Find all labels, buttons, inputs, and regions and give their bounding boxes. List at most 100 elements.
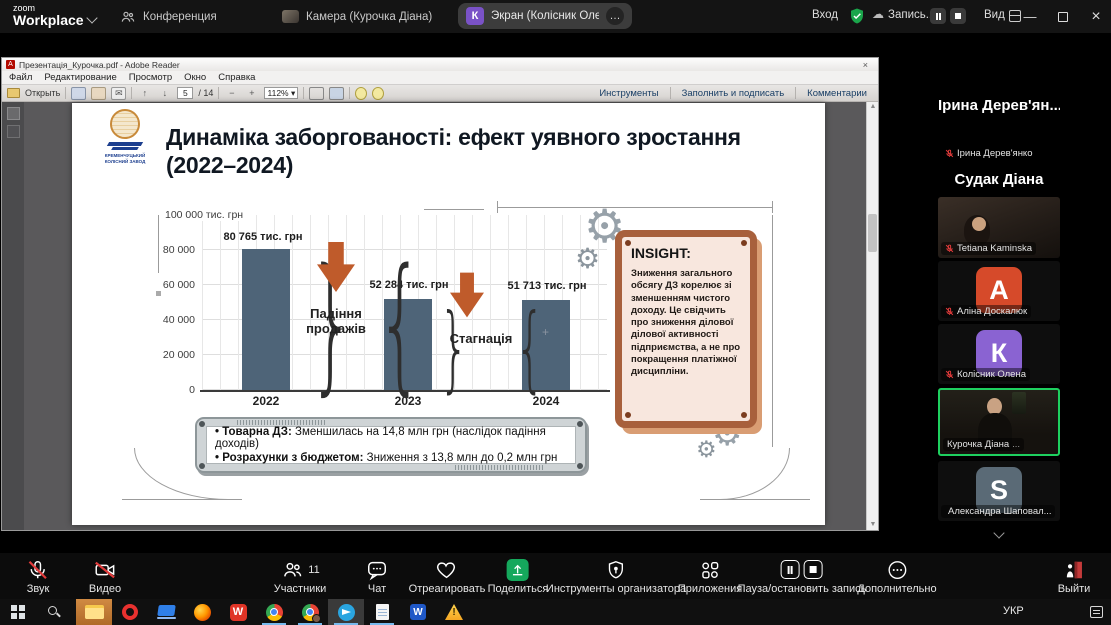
page-down-icon[interactable]: ↓ [157,87,172,100]
more-button[interactable]: Дополнительно [857,558,936,595]
menu-file[interactable]: Файл [9,72,32,83]
share-button[interactable]: Поделиться [488,558,549,595]
pdf-page: КРЕМЕНЧУЦЬКИЙ КОЛІСНИЙ ЗАВОД Динаміка за… [72,103,825,525]
sign-in-button[interactable]: Вход [812,9,838,21]
search-icon[interactable] [36,599,72,625]
zoom-in-icon[interactable]: + [244,87,259,100]
record-stop-icon[interactable] [950,8,966,24]
open-button[interactable]: Открыть [25,88,60,98]
screen-avatar: К [466,7,484,25]
summary-text: • Товарна ДЗ: Зменшилась на 14,8 млн грн… [206,426,576,464]
tab-meeting-label: Конференция [143,11,217,23]
page-total-label: / 14 [198,88,213,98]
muted-mic-icon [27,558,50,581]
tools-panel-button[interactable]: Инструменты [593,88,664,99]
participant-tile-kurochka-active[interactable]: Курочка Діана... [938,388,1060,456]
attachments-panel-icon[interactable] [7,125,20,138]
chat-button[interactable]: Чат [366,558,388,595]
taskbar-warning[interactable]: ! [436,599,472,625]
taskbar-chrome-profile[interactable] [292,599,328,625]
adobe-reader-icon: A [6,60,15,69]
language-indicator[interactable]: УКР [1003,605,1024,617]
annotation-stagnation: Стагнація [448,331,514,346]
taskbar-firefox[interactable] [184,599,220,625]
taskbar-pc-app[interactable] [148,599,184,625]
comments-panel-button[interactable]: Комментарии [801,88,873,99]
view-button[interactable]: Вид [984,9,1005,21]
participant-tile-shapoval[interactable]: S Александра Шаповал... [938,461,1060,521]
taskbar-word[interactable]: W [400,599,436,625]
security-shield-icon[interactable] [848,7,866,25]
windows-taskbar: W W ! УКР 10:33 06.02.2026 [0,599,1111,625]
fit-page-icon[interactable] [329,87,344,100]
bar-label-2024: 51 713 тис. грн [492,280,602,292]
zoom-level-select[interactable]: 112% ▾ [264,87,298,99]
leave-door-icon [1058,558,1091,581]
menu-edit[interactable]: Редактирование [44,72,116,83]
page-number-input[interactable]: 5 [177,87,193,99]
taskbar-notepad[interactable] [364,599,400,625]
taskbar-telegram[interactable] [328,599,364,625]
menu-help[interactable]: Справка [218,72,255,83]
participants-button[interactable]: 11 Участники [274,558,327,595]
start-button[interactable] [0,599,36,625]
minimize-window-button[interactable]: — [1015,0,1045,33]
participant-tile-kolisnyk[interactable]: К Колісник Олена [938,324,1060,384]
scroll-mode-icon[interactable] [309,87,324,100]
stop-record-icon[interactable] [804,560,823,579]
pause-stop-record-button[interactable]: Пауза/остановить запись [738,558,867,595]
video-button[interactable]: Видео [89,558,121,595]
restore-window-button[interactable] [1048,0,1078,33]
tab-screen-share-active[interactable]: К Экран (Колісник Олена) … [458,3,632,29]
tab-camera[interactable]: Камера (Курочка Діана) [282,0,432,33]
taskbar-opera[interactable] [112,599,148,625]
thumbnails-panel-icon[interactable] [7,107,20,120]
participant-tile-alina[interactable]: A Аліна Доскалюк [938,261,1060,321]
comment-bubble-icon[interactable] [355,87,367,100]
chat-icon [366,558,388,581]
cloud-record-icon: ☁ [872,7,884,21]
down-arrow-2 [450,271,484,319]
menu-window[interactable]: Окно [184,72,206,83]
react-button[interactable]: Отреагировать [409,558,486,595]
zoom-out-icon[interactable]: − [224,87,239,100]
reader-toolbar: Открыть ✉ ↑ ↓ 5 / 14 − + 112% ▾ Инструме… [2,85,878,102]
logo-chevron-down-icon[interactable] [86,12,97,23]
participant-tile-tetiana[interactable]: Tetiana Kaminska [938,197,1060,258]
reader-scrollbar[interactable]: ▲ ▼ [866,102,878,530]
mail-icon[interactable]: ✉ [111,87,126,100]
highlight-icon[interactable] [372,87,384,100]
notification-center-icon[interactable] [1082,599,1110,625]
leave-button[interactable]: Выйти [1058,558,1091,595]
tab-meeting[interactable]: Конференция [120,0,217,33]
tab-screen-more-icon[interactable]: … [606,7,624,25]
reader-close-icon[interactable]: × [863,60,874,70]
participant-name-badge: Tetiana Kaminska [941,242,1036,255]
share-screen-icon [488,558,549,581]
pause-record-icon[interactable] [781,560,800,579]
participant-name-badge: Аліна Доскалюк [941,305,1031,318]
audio-button[interactable]: Звук [27,558,50,595]
print-icon[interactable] [91,87,106,100]
reader-title-bar[interactable]: A Презентація_Курочка.pdf - Adobe Reader… [2,58,878,71]
taskbar-file-explorer[interactable] [76,599,112,625]
panel-scroll-down-icon[interactable] [993,527,1004,538]
muted-mic-icon [945,307,954,316]
participant-face [972,217,986,231]
save-icon[interactable] [71,87,86,100]
menu-view[interactable]: Просмотр [129,72,172,83]
page-up-icon[interactable]: ↑ [137,87,152,100]
reader-scrollbar-thumb[interactable] [868,214,877,252]
dimension-line-left [158,215,159,273]
bar-2022 [242,249,290,390]
bar-label-2022: 80 765 тис. грн [208,231,318,243]
taskbar-chrome[interactable] [256,599,292,625]
host-tools-button[interactable]: Инструменты организатора [546,558,686,595]
taskbar-wps[interactable]: W [220,599,256,625]
logo-workplace-text: Workplace [13,15,84,25]
fill-sign-button[interactable]: Заполнить и подписать [676,88,791,99]
apps-button[interactable]: Приложения [678,558,742,595]
close-window-button[interactable]: × [1081,0,1111,33]
summary-line-2: • Розрахунки з бюджетом: Зниження з 13,8… [215,452,567,464]
record-pause-icon[interactable] [930,8,946,24]
